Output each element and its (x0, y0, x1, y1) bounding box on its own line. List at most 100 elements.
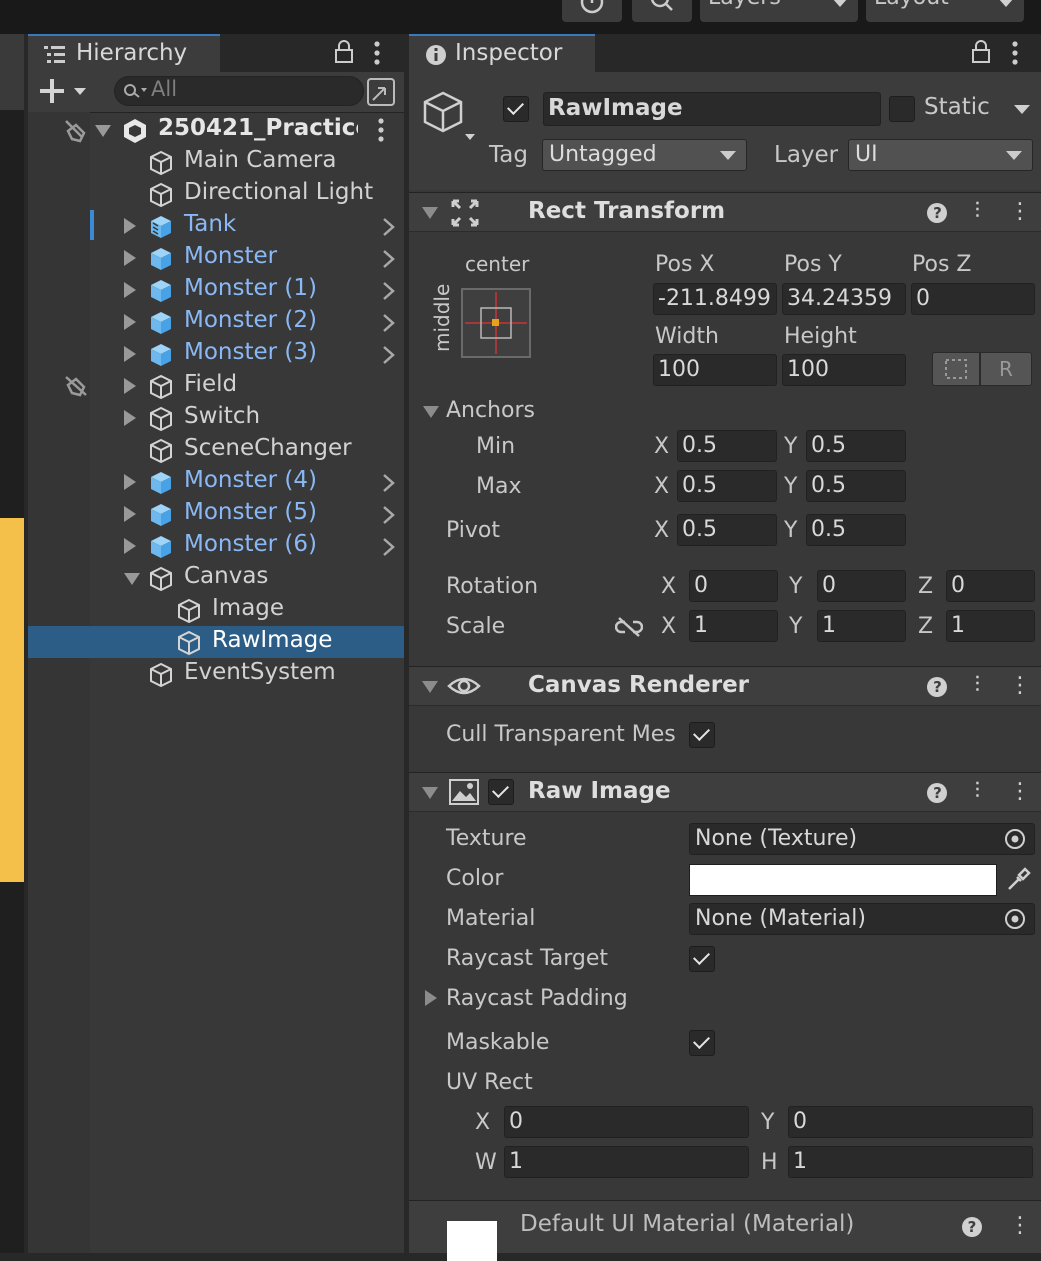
fold-arrow-icon[interactable] (95, 125, 111, 137)
layout-dropdown[interactable]: Layout (866, 0, 1024, 22)
static-checkbox[interactable] (889, 96, 915, 122)
fold-arrow-icon[interactable] (124, 573, 140, 585)
chevron-right-icon[interactable] (382, 313, 396, 333)
presets-sliders-icon[interactable]: ⫶ (974, 199, 980, 224)
lock-icon[interactable] (334, 40, 354, 64)
hierarchy-search-input[interactable]: All (114, 76, 364, 106)
tab-inspector[interactable]: Inspector (409, 34, 595, 72)
object-picker-icon[interactable] (1003, 907, 1027, 931)
help-icon[interactable]: ? (927, 783, 948, 803)
hierarchy-item-monster[interactable]: Monster (28, 242, 404, 274)
hierarchy-item-monster-6[interactable]: Monster (6) (28, 530, 404, 562)
fold-arrow-icon[interactable] (124, 506, 136, 522)
uv-y-input[interactable]: 0 (788, 1106, 1033, 1138)
hierarchy-item-monster-3[interactable]: Monster (3) (28, 338, 404, 370)
kebab-menu-icon[interactable] (1010, 40, 1020, 66)
fold-arrow-icon[interactable] (422, 787, 438, 799)
kebab-menu-icon[interactable] (372, 40, 382, 66)
scene-root-row[interactable]: 250421_Practice (28, 114, 404, 146)
fold-arrow-icon[interactable] (124, 410, 136, 426)
scale-x-input[interactable]: 1 (689, 610, 778, 642)
fold-arrow-icon[interactable] (124, 378, 136, 394)
chevron-right-icon[interactable] (382, 505, 396, 525)
scene-visibility-icon[interactable] (367, 78, 395, 106)
hierarchy-item-scenechanger[interactable]: SceneChanger (28, 434, 404, 466)
hierarchy-item-directional-light[interactable]: Directional Light (28, 178, 404, 210)
scene-view-viewport[interactable] (0, 518, 24, 882)
chevron-right-icon[interactable] (382, 249, 396, 269)
anchor-max-y-input[interactable]: 0.5 (806, 470, 906, 502)
hierarchy-item-eventsystem[interactable]: EventSystem (28, 658, 404, 690)
scene-visibility-hand-icon[interactable] (62, 117, 92, 145)
lock-icon[interactable] (971, 40, 991, 64)
scale-z-input[interactable]: 1 (946, 610, 1035, 642)
raycast-target-checkbox[interactable] (689, 946, 715, 972)
add-plus-icon[interactable] (40, 77, 94, 107)
raw-edit-button[interactable]: R (980, 352, 1032, 386)
canvas-renderer-header[interactable]: Canvas Renderer ? ⫶ ⋮ (409, 666, 1041, 706)
uv-x-input[interactable]: 0 (504, 1106, 749, 1138)
chevron-right-icon[interactable] (382, 217, 396, 237)
pivot-x-input[interactable]: 0.5 (677, 514, 777, 546)
active-checkbox[interactable] (503, 96, 529, 122)
hierarchy-item-field[interactable]: Field (28, 370, 404, 402)
fold-arrow-icon[interactable] (422, 681, 438, 693)
hierarchy-item-monster-5[interactable]: Monster (5) (28, 498, 404, 530)
tag-dropdown[interactable]: Untagged (542, 139, 747, 171)
tab-hierarchy[interactable]: Hierarchy (28, 34, 220, 72)
width-input[interactable]: 100 (653, 354, 777, 386)
fold-arrow-icon[interactable] (422, 207, 438, 219)
hierarchy-item-main-camera[interactable]: Main Camera (28, 146, 404, 178)
scene-hidden-icon[interactable] (62, 373, 90, 399)
anchor-min-x-input[interactable]: 0.5 (677, 430, 777, 462)
pos-z-input[interactable]: 0 (911, 283, 1035, 315)
fold-arrow-icon[interactable] (124, 538, 136, 554)
fold-arrow-icon[interactable] (124, 250, 136, 266)
rotation-y-input[interactable]: 0 (817, 570, 906, 602)
presets-sliders-icon[interactable]: ⫶ (974, 673, 980, 698)
scale-y-input[interactable]: 1 (817, 610, 906, 642)
kebab-menu-icon[interactable]: ⋮ (1009, 673, 1031, 698)
fold-arrow-icon[interactable] (124, 314, 136, 330)
fold-arrow-icon[interactable] (124, 218, 136, 234)
uv-w-input[interactable]: 1 (504, 1146, 749, 1178)
help-icon[interactable]: ? (962, 1217, 982, 1237)
chevron-right-icon[interactable] (382, 537, 396, 557)
pos-x-input[interactable]: -211.8499 (653, 283, 777, 315)
rotation-z-input[interactable]: 0 (946, 570, 1035, 602)
gameobject-cube-icon[interactable] (421, 90, 477, 146)
height-input[interactable]: 100 (782, 354, 906, 386)
chevron-right-icon[interactable] (382, 281, 396, 301)
material-object-field[interactable]: None (Material) (689, 903, 1035, 935)
help-icon[interactable]: ? (927, 677, 948, 697)
blueprint-mode-button[interactable] (932, 352, 980, 386)
anchor-min-y-input[interactable]: 0.5 (806, 430, 906, 462)
hierarchy-item-switch[interactable]: Switch (28, 402, 404, 434)
kebab-menu-icon[interactable]: ⋮ (1009, 1213, 1031, 1238)
presets-sliders-icon[interactable]: ⫶ (974, 779, 980, 804)
object-picker-icon[interactable] (1003, 827, 1027, 851)
hierarchy-item-image[interactable]: Image (28, 594, 404, 626)
kebab-menu-icon[interactable]: ⋮ (1009, 779, 1031, 804)
raw-image-header[interactable]: Raw Image ? ⫶ ⋮ (409, 772, 1041, 812)
chevron-down-icon[interactable] (1013, 104, 1031, 116)
hierarchy-item-rawimage[interactable]: RawImage (28, 626, 404, 658)
raycast-padding-fold-icon[interactable] (425, 990, 437, 1006)
fold-arrow-icon[interactable] (124, 282, 136, 298)
texture-object-field[interactable]: None (Texture) (689, 823, 1035, 855)
layer-dropdown[interactable]: UI (848, 139, 1033, 171)
kebab-menu-icon[interactable] (376, 117, 386, 143)
rect-transform-header[interactable]: Rect Transform ? ⫶ ⋮ (409, 192, 1041, 232)
pos-y-input[interactable]: 34.24359 (782, 283, 906, 315)
color-swatch[interactable] (689, 864, 997, 896)
hierarchy-item-monster-1[interactable]: Monster (1) (28, 274, 404, 306)
kebab-menu-icon[interactable]: ⋮ (1009, 199, 1031, 224)
object-name-input[interactable]: RawImage (543, 92, 881, 126)
pivot-y-input[interactable]: 0.5 (806, 514, 906, 546)
anchors-fold-arrow-icon[interactable] (423, 406, 439, 418)
uv-h-input[interactable]: 1 (788, 1146, 1033, 1178)
material-preview-header[interactable]: Default UI Material (Material) ? ⋮ (409, 1200, 1041, 1261)
eyedropper-icon[interactable] (1005, 867, 1031, 893)
chevron-right-icon[interactable] (382, 345, 396, 365)
help-icon[interactable]: ? (927, 203, 948, 223)
